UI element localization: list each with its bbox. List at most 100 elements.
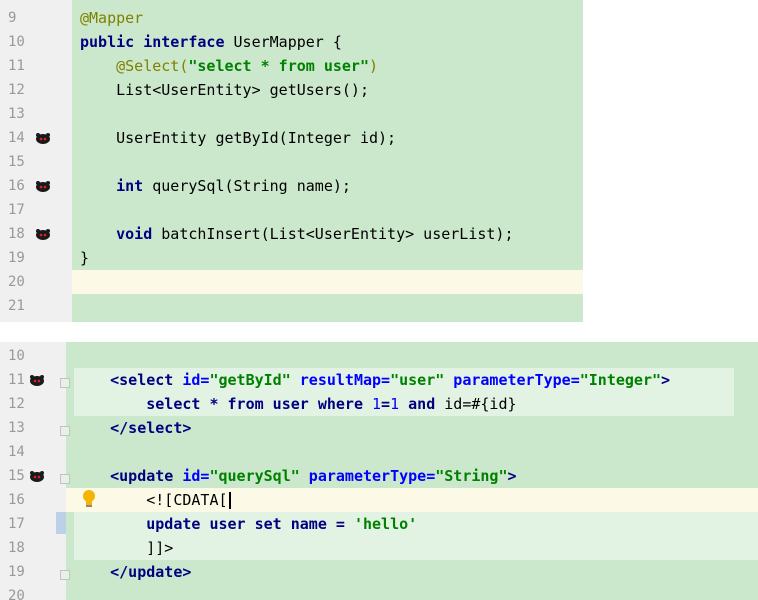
code-token: } [80,249,90,267]
code-token: UserEntity getById(Integer id); [80,129,397,147]
fold-marker-icon[interactable] [60,378,70,388]
xml-line-number: 15 [8,468,25,484]
xml-lines: 10 11 <select id="getById" resultMap="use… [0,344,758,600]
code-token: and [399,395,445,413]
java-line-number: 21 [8,298,25,314]
xml-code-line[interactable]: update user set name = 'hello' [74,512,417,536]
java-code-line[interactable]: public interface UserMapper { [80,30,342,54]
java-code-line[interactable]: @Mapper [80,6,143,30]
mybatis-mole-icon[interactable] [28,469,46,483]
code-token: ) [369,57,379,75]
java-line-number: 10 [8,34,25,50]
code-token: = [381,395,391,413]
fold-marker-icon[interactable] [60,474,70,484]
xml-editor[interactable]: 10 11 <select id="getById" resultMap="use… [0,342,758,600]
xml-code-line[interactable]: </update> [74,560,191,584]
xml-code-line[interactable]: <select id="getById" resultMap="user" pa… [74,368,670,392]
fold-marker-icon[interactable] [60,426,70,436]
code-token: "querySql" [209,467,300,485]
java-code-line[interactable]: } [80,246,89,270]
code-token: update user set name = [74,515,354,533]
xml-line-number: 16 [8,492,25,508]
code-token: querySql(String name); [143,177,351,195]
mybatis-mole-icon[interactable] [34,179,52,193]
code-token: <select [110,371,174,389]
code-token: <update [110,467,174,485]
code-token: void [116,225,153,243]
java-line-number: 14 [8,130,25,146]
code-token: id= [173,467,210,485]
xml-code-line[interactable]: </select> [74,416,191,440]
code-token: select * from user where [74,395,373,413]
xml-line-number: 20 [8,588,25,600]
code-token: UserMapper { [224,33,342,51]
lightbulb-icon[interactable] [81,488,97,510]
code-token: 1 [372,395,382,413]
xml-line-number: 19 [8,564,25,580]
code-token: </update> [74,563,192,581]
xml-line-number: 18 [8,540,25,556]
code-token: > [507,467,517,485]
code-token: interface [143,33,225,51]
xml-line-number: 13 [8,420,25,436]
xml-line-number: 10 [8,348,25,364]
code-token: batchInsert(List<UserEntity> userList); [152,225,514,243]
code-token: int [116,177,144,195]
mybatis-mole-icon[interactable] [28,373,46,387]
xml-line-number: 14 [8,444,25,460]
mybatis-mole-icon[interactable] [34,227,52,241]
code-token: "Integer" [579,371,662,389]
code-token: 1 [390,395,400,413]
code-token: "getById" [209,371,291,389]
code-token: @Select( [116,57,189,75]
java-lines: 9 @Mapper 10 public interface UserMapper { 1… [0,6,758,322]
code-token: <![CDATA[ [74,491,228,509]
java-editor[interactable]: 9 @Mapper 10 public interface UserMapper { 1… [0,0,758,322]
code-token: parameterType= [299,467,436,485]
mybatis-mole-icon[interactable] [34,131,52,145]
panel-divider [0,322,758,342]
code-token: "select * from user" [188,57,369,75]
java-code-line[interactable]: List<UserEntity> getUsers(); [80,78,369,102]
xml-code-line[interactable]: <![CDATA[ [74,488,231,512]
java-line-number: 17 [8,202,25,218]
java-line-number: 11 [8,58,25,74]
java-line-number: 18 [8,226,25,242]
code-token: ]]> [74,539,174,557]
java-code-line[interactable]: UserEntity getById(Integer id); [80,126,396,150]
code-token: </select> [74,419,192,437]
code-token: "user" [390,371,445,389]
text-caret [228,492,231,509]
code-token: 'hello' [353,515,418,533]
xml-code-line[interactable]: <update id="querySql" parameterType="Str… [74,464,517,488]
code-token: @Mapper [80,9,144,27]
java-line-number: 12 [8,82,25,98]
java-line-number: 9 [8,10,17,26]
code-token: public [80,33,135,51]
java-line-number: 19 [8,250,25,266]
java-code-line[interactable]: void batchInsert(List<UserEntity> userLi… [80,222,513,246]
java-line-number: 15 [8,154,25,170]
xml-line-number: 12 [8,396,25,412]
java-line-number: 13 [8,106,25,122]
code-token: "String" [435,467,508,485]
code-token: List<UserEntity> getUsers(); [80,81,369,99]
xml-code-line[interactable]: ]]> [74,536,173,560]
code-token: id= [173,371,210,389]
java-code-line[interactable]: @Select("select * from user") [80,54,378,78]
xml-line-number: 11 [8,372,25,388]
code-token: id=#{id} [444,395,517,413]
xml-line-number: 17 [8,516,25,532]
fold-marker-icon[interactable] [60,570,70,580]
code-token: parameterType= [444,371,580,389]
java-code-line[interactable]: int querySql(String name); [80,174,351,198]
xml-code-line[interactable]: select * from user where 1=1 and id=#{id… [74,392,517,416]
code-token: > [661,371,671,389]
code-token: resultMap= [290,371,391,389]
